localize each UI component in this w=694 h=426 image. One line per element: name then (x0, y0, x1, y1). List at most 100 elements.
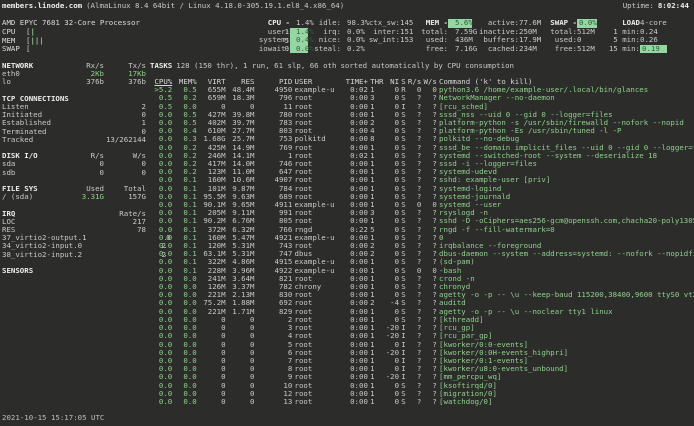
process-row[interactable]: 0.0 0.0 0 0 12 root 0:00 1 0 S ? ? [migr… (150, 390, 694, 398)
process-row[interactable]: 0.0 0.0 0 0 4 root 0:00 1 -20 I ? ? [rcu… (150, 332, 694, 340)
process-row[interactable]: 0.0 0.0 0 0 2 root 0:00 1 0 S ? ? [kthre… (150, 316, 694, 324)
title-bar: members.linode.com (AlmaLinux 8.4 64bit … (2, 2, 689, 10)
process-row[interactable]: 0.0 0.0 0 0 6 root 0:00 1 -20 I ? ? [kwo… (150, 349, 694, 357)
summary-panels: CPU - 1.4% idle: 98.3% ctx_sw: 145 (258, 19, 667, 53)
process-row[interactable]: 0.0 0.0 0 0 13 root 0:00 1 0 S ? ? [watc… (150, 398, 694, 406)
section-rows: eth0 2Kb 17Kb lo 376b 376b (2, 70, 146, 86)
section-col3-header: W/s (104, 152, 146, 160)
sidebar-row-value2: 0 (104, 111, 146, 119)
process-row[interactable]: 0.5 0.2 659M 18.3M 796 root 0:00 3 0 S ?… (150, 94, 694, 102)
panel-cell: free: (548, 45, 577, 54)
titlebar-spacer (348, 2, 619, 10)
panel-cell: 0.0% (290, 45, 308, 54)
section-header-row: DISK I/O R/s W/s (2, 152, 146, 160)
process-pid: 13 (257, 398, 293, 406)
sensors-section: SENSORS (2, 267, 146, 275)
process-row[interactable]: 0.0 0.0 0 0 3 root 0:00 1 -20 I ? ? [rcu… (150, 324, 694, 332)
sidebar-row-label: sdb (2, 169, 62, 177)
process-command: [kthreadd] (439, 316, 694, 324)
section-header-row: IRQ Rate/s (2, 210, 146, 218)
process-mem: 0.0 (174, 398, 196, 406)
process-nice: 0 (386, 398, 399, 406)
tasks-summary: TASKS 128 (150 thr), 1 run, 61 slp, 66 o… (150, 62, 514, 70)
mem-summary-panel: MEM - 5.6% active: 77.6M (420, 19, 542, 53)
process-table: CPU% MEM% VIRT RES PID USER TIME+ THR NI… (150, 78, 694, 426)
section-header-row: NETWORK Rx/s Tx/s (2, 62, 146, 70)
cpu-model: AMD EPYC 7681 32-Core Processor (2, 19, 140, 27)
panel-cell: cached: (472, 45, 519, 54)
panel-cell: steal: (308, 45, 341, 54)
swap-summary-panel: SWAP - 0.0% (548, 19, 597, 53)
sidebar-row-value1 (82, 251, 124, 259)
panel-row: free: 7.16G cached: 234M (420, 45, 542, 54)
panel-row: iowait: 0.0% steal: 0.2% (258, 45, 414, 54)
sidebar-row-value1 (87, 234, 129, 242)
tcp-connections-section: TCP CONNECTIONS Listen 2 Initiate (2, 95, 146, 144)
sidebar-row: lo 376b 376b (2, 78, 146, 86)
panel-cell: 234M (519, 45, 542, 54)
uptime-value: 8:02:44 (658, 2, 689, 10)
process-row[interactable]: 0.0 0.0 0 0 10 root 0:00 1 0 S ? ? [ksof… (150, 382, 694, 390)
sidebar-row-value2: 0 (104, 169, 146, 177)
sidebar-row-value2: 78 (104, 226, 146, 234)
process-rows: >5.2 0.5 655M 48.4M 4950 example-u 0:02 … (150, 86, 694, 406)
sidebar-row-value1: 0 (62, 169, 104, 177)
process-write-rate: ? (423, 398, 436, 406)
sidebar-row: eth0 2Kb 17Kb (2, 70, 146, 78)
process-time: 0:00 (341, 398, 368, 406)
process-pid: 7 (257, 357, 293, 365)
process-command: agetty -o -p -- \u --keep-baud 115200,38… (439, 291, 694, 299)
section-rows: / (sda) 3.31G 157G (2, 193, 146, 201)
process-command: (sd-pam) (439, 258, 694, 266)
panel-cell: sw_int: (364, 36, 400, 45)
process-row[interactable]: 0.0 0.0 0 0 7 root 0:00 1 0 I ? ? [kwork… (150, 357, 694, 365)
sidebar-row-value1 (62, 111, 104, 119)
hostname: members.linode.com (2, 2, 82, 10)
process-pid: 769 (257, 144, 293, 152)
sidebar-row-value2: 376b (104, 78, 146, 86)
process-row[interactable]: 0.0 0.0 0 0 9 root 0:00 1 -20 I ? ? [mm_… (150, 373, 694, 381)
process-read-rate: ? (408, 398, 421, 406)
sidebar-row-value2: 157G (104, 193, 146, 201)
process-pid: 6 (257, 349, 293, 357)
sidebar-row: 38_virtio2-input.2 2 (2, 251, 146, 259)
process-pid: 3 (257, 324, 293, 332)
sidebar-row-label: lo (2, 78, 62, 86)
irq-section: IRQ Rate/s LOC 217 RES (2, 210, 146, 259)
sidebar-row-value1 (62, 218, 104, 226)
process-pid: 829 (257, 308, 293, 316)
cpu-summary-panel: CPU - 1.4% idle: 98.3% ctx_sw: 145 (258, 19, 414, 53)
panel-cell (364, 45, 400, 54)
process-status: S (401, 398, 405, 406)
process-row[interactable]: 0.0 0.0 221M 1.71M 829 root 0:00 1 0 S ?… (150, 308, 694, 316)
panel-cell: 0.2% (341, 45, 364, 54)
sidebar-row-value2: 13/262144 (104, 136, 146, 144)
tasks-label: TASKS (150, 62, 172, 70)
process-row[interactable]: 0.0 0.0 0 0 8 root 0:00 1 0 I ? ? [kwork… (150, 365, 694, 373)
sidebar-row-value1 (82, 242, 124, 250)
section-col3-header (111, 95, 153, 103)
process-pid: 4 (257, 332, 293, 340)
panel-rows: LOAD 4-core (607, 19, 667, 53)
sidebar-row-value1: 376b (62, 78, 104, 86)
disk-io-section: DISK I/O R/s W/s sda 0 0 sdb (2, 152, 146, 177)
process-command: dbus-daemon --system --address=systemd: … (439, 250, 694, 258)
gauge-fill: ||| (30, 37, 43, 46)
panel-cell: iowait: (258, 45, 290, 54)
sidebar-row: sdb 0 0 (2, 169, 146, 177)
glances-terminal[interactable]: members.linode.com (AlmaLinux 8.4 64bit … (0, 0, 694, 426)
section-col3-header (104, 267, 146, 275)
panel-cell: 0.19 (640, 45, 667, 54)
sidebar-row-value1 (62, 103, 104, 111)
network-section: NETWORK Rx/s Tx/s eth0 2Kb 17Kb lo (2, 62, 146, 87)
panel-row: free: 512M (548, 45, 597, 54)
process-row[interactable]: 0.0 0.0 0 0 5 root 0:00 1 0 I ? ? [kwork… (150, 341, 694, 349)
sidebar-row: sda 0 0 (2, 160, 146, 168)
panel-cell: 7.16G (448, 45, 472, 54)
panel-cell: free: (420, 45, 448, 54)
timestamp: 2021-10-15 15:17:05 UTC (2, 414, 104, 422)
sidebar-row-value1 (62, 136, 104, 144)
sidebar-row: LOC 217 (2, 218, 146, 226)
gauge-label: SWAP (2, 45, 26, 54)
section-col2-header (62, 267, 104, 275)
